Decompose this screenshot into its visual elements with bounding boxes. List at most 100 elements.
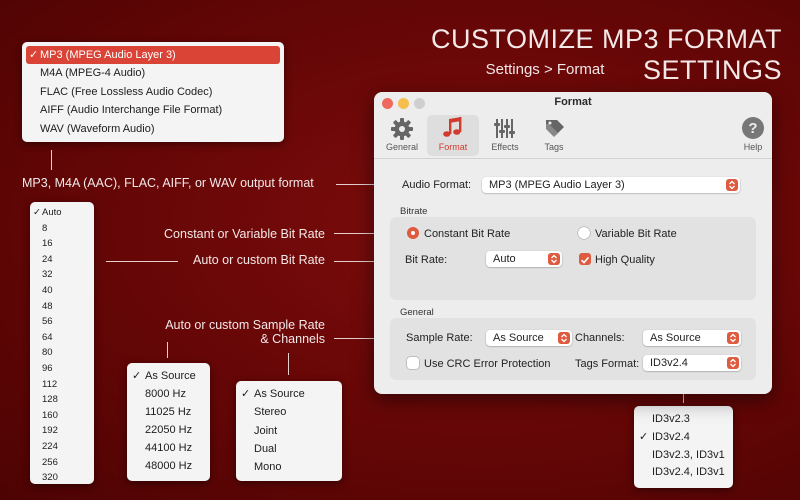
chevron-updown-icon (558, 332, 570, 344)
annotation-channels: & Channels (260, 332, 325, 346)
menu-item-bitrate[interactable]: 8 (30, 221, 94, 237)
annotation-bitrate-value: Auto or custom Bit Rate (192, 253, 325, 267)
menu-item-sample-rate[interactable]: 44100 Hz (127, 439, 210, 457)
menu-item-flac[interactable]: FLAC (Free Lossless Audio Codec) (26, 83, 280, 101)
checkmark-icon: ✓ (132, 370, 142, 382)
settings-breadcrumb: Settings > Format (485, 61, 605, 78)
music-note-icon (427, 115, 479, 142)
menu-item-bitrate[interactable]: 16 (30, 236, 94, 252)
sample-rate-label: Sample Rate: (406, 332, 473, 344)
annotation-output-format: MP3, M4A (AAC), FLAC, AIFF, or WAV outpu… (22, 176, 314, 190)
menu-item-channels[interactable]: ✓ As Source (236, 385, 342, 403)
bitrate-group-label: Bitrate (400, 206, 428, 217)
audio-format-label: Audio Format: (402, 179, 472, 191)
tab-label: Help (743, 142, 763, 152)
constant-bitrate-radio[interactable] (407, 227, 419, 239)
checkmark-icon: ✓ (639, 430, 649, 443)
menu-item-sample-rate[interactable]: 48000 Hz (127, 457, 210, 475)
menu-item-bitrate[interactable]: 56 (30, 314, 94, 330)
bitrate-label: Bit Rate: (405, 254, 448, 266)
general-group-label: General (400, 307, 434, 318)
menu-item-tags-format[interactable]: ID3v2.3, ID3v1 (634, 447, 733, 465)
tab-effects[interactable]: Effects (482, 115, 528, 156)
tab-help[interactable]: ? Help (732, 115, 772, 156)
checkmark-icon: ✓ (33, 207, 41, 218)
menu-item-sample-rate[interactable]: 11025 Hz (127, 403, 210, 421)
menu-item-channels[interactable]: Stereo (236, 403, 342, 421)
menu-item-m4a[interactable]: M4A (MPEG-4 Audio) (26, 64, 280, 82)
sample-rate-select[interactable]: As Source (486, 330, 572, 346)
crc-label: Use CRC Error Protection (424, 358, 551, 370)
menu-item-tags-format[interactable]: ID3v2.3 (634, 411, 733, 429)
menu-item-bitrate[interactable]: 192 (30, 423, 94, 439)
channels-label: Channels: (575, 332, 625, 344)
toolbar-divider (374, 158, 772, 159)
menu-item-bitrate[interactable]: ✓ Auto (30, 205, 94, 221)
menu-item-wav[interactable]: WAV (Waveform Audio) (26, 120, 280, 138)
channels-select[interactable]: As Source (643, 330, 741, 346)
menu-item-channels[interactable]: Joint (236, 422, 342, 440)
menu-item-bitrate[interactable]: 112 (30, 377, 94, 393)
audio-format-select[interactable]: MP3 (MPEG Audio Layer 3) (482, 177, 740, 193)
menu-item-bitrate[interactable]: 64 (30, 330, 94, 346)
menu-item-aiff[interactable]: AIFF (Audio Interchange File Format) (26, 101, 280, 119)
format-settings-window: Format General Format Effects Tags ? Hel… (374, 92, 772, 394)
menu-item-sample-rate[interactable]: 22050 Hz (127, 421, 210, 439)
tab-format[interactable]: Format (427, 115, 479, 156)
tab-tags[interactable]: Tags (532, 115, 576, 156)
menu-item-sample-rate[interactable]: ✓ As Source (127, 367, 210, 385)
variable-bitrate-radio[interactable] (578, 227, 590, 239)
menu-item-bitrate[interactable]: 96 (30, 361, 94, 377)
window-title: Format (554, 96, 592, 108)
sample-rate-dropdown-menu: ✓ As Source 8000 Hz 11025 Hz 22050 Hz 441… (127, 363, 210, 481)
svg-text:?: ? (748, 120, 757, 137)
menu-item-bitrate[interactable]: 24 (30, 252, 94, 268)
tab-label: Effects (491, 142, 519, 152)
question-icon: ? (732, 115, 772, 142)
title-bar: Format (374, 92, 772, 114)
connector-line (288, 353, 289, 375)
menu-item-bitrate[interactable]: 32 (30, 267, 94, 283)
bitrate-dropdown-menu: ✓ Auto 8 16 24 32 40 48 56 64 80 96 112 1… (30, 202, 94, 484)
menu-item-bitrate[interactable]: 160 (30, 408, 94, 424)
chevron-updown-icon (727, 332, 739, 344)
menu-item-bitrate[interactable]: 48 (30, 299, 94, 315)
menu-item-bitrate[interactable]: 320 (30, 470, 94, 486)
variable-bitrate-label: Variable Bit Rate (595, 228, 677, 240)
checkmark-icon: ✓ (241, 388, 251, 400)
menu-item-sample-rate[interactable]: 8000 Hz (127, 385, 210, 403)
chevron-updown-icon (726, 179, 738, 191)
high-quality-checkbox[interactable] (579, 253, 591, 265)
bitrate-select[interactable]: Auto (486, 251, 562, 267)
menu-item-mp3[interactable]: ✓ MP3 (MPEG Audio Layer 3) (26, 46, 280, 65)
menu-item-channels[interactable]: Mono (236, 458, 342, 476)
tags-format-label: Tags Format: (575, 358, 640, 370)
tags-format-dropdown-menu: ID3v2.3 ✓ ID3v2.4 ID3v2.3, ID3v1 ID3v2.4,… (634, 406, 733, 488)
menu-item-bitrate[interactable]: 128 (30, 392, 94, 408)
connector-line (167, 342, 168, 358)
menu-item-bitrate[interactable]: 256 (30, 455, 94, 471)
tag-icon (532, 115, 576, 142)
sliders-icon (482, 115, 528, 142)
format-dropdown-menu: ✓ MP3 (MPEG Audio Layer 3) M4A (MPEG-4 Au… (22, 42, 284, 142)
menu-item-channels[interactable]: Dual (236, 440, 342, 458)
chevron-updown-icon (727, 357, 739, 369)
menu-item-bitrate[interactable]: 40 (30, 283, 94, 299)
tab-general[interactable]: General (380, 115, 424, 156)
connector-line (51, 150, 52, 170)
channels-dropdown-menu: ✓ As Source Stereo Joint Dual Mono (236, 381, 342, 481)
crc-checkbox[interactable] (407, 357, 419, 369)
tab-label: Format (438, 142, 468, 152)
annotation-bitrate-mode: Constant or Variable Bit Rate (164, 227, 325, 241)
tags-format-select[interactable]: ID3v2.4 (643, 355, 741, 371)
annotation-sample-rate: Auto or custom Sample Rate (165, 318, 325, 332)
chevron-updown-icon (548, 253, 560, 265)
menu-item-tags-format[interactable]: ✓ ID3v2.4 (634, 429, 733, 447)
tab-label: Tags (544, 142, 564, 152)
menu-item-bitrate[interactable]: 80 (30, 345, 94, 361)
tab-label: General (385, 142, 419, 152)
gear-icon (380, 115, 424, 142)
menu-item-bitrate[interactable]: 224 (30, 439, 94, 455)
high-quality-label: High Quality (595, 254, 655, 266)
menu-item-tags-format[interactable]: ID3v2.4, ID3v1 (634, 464, 733, 482)
